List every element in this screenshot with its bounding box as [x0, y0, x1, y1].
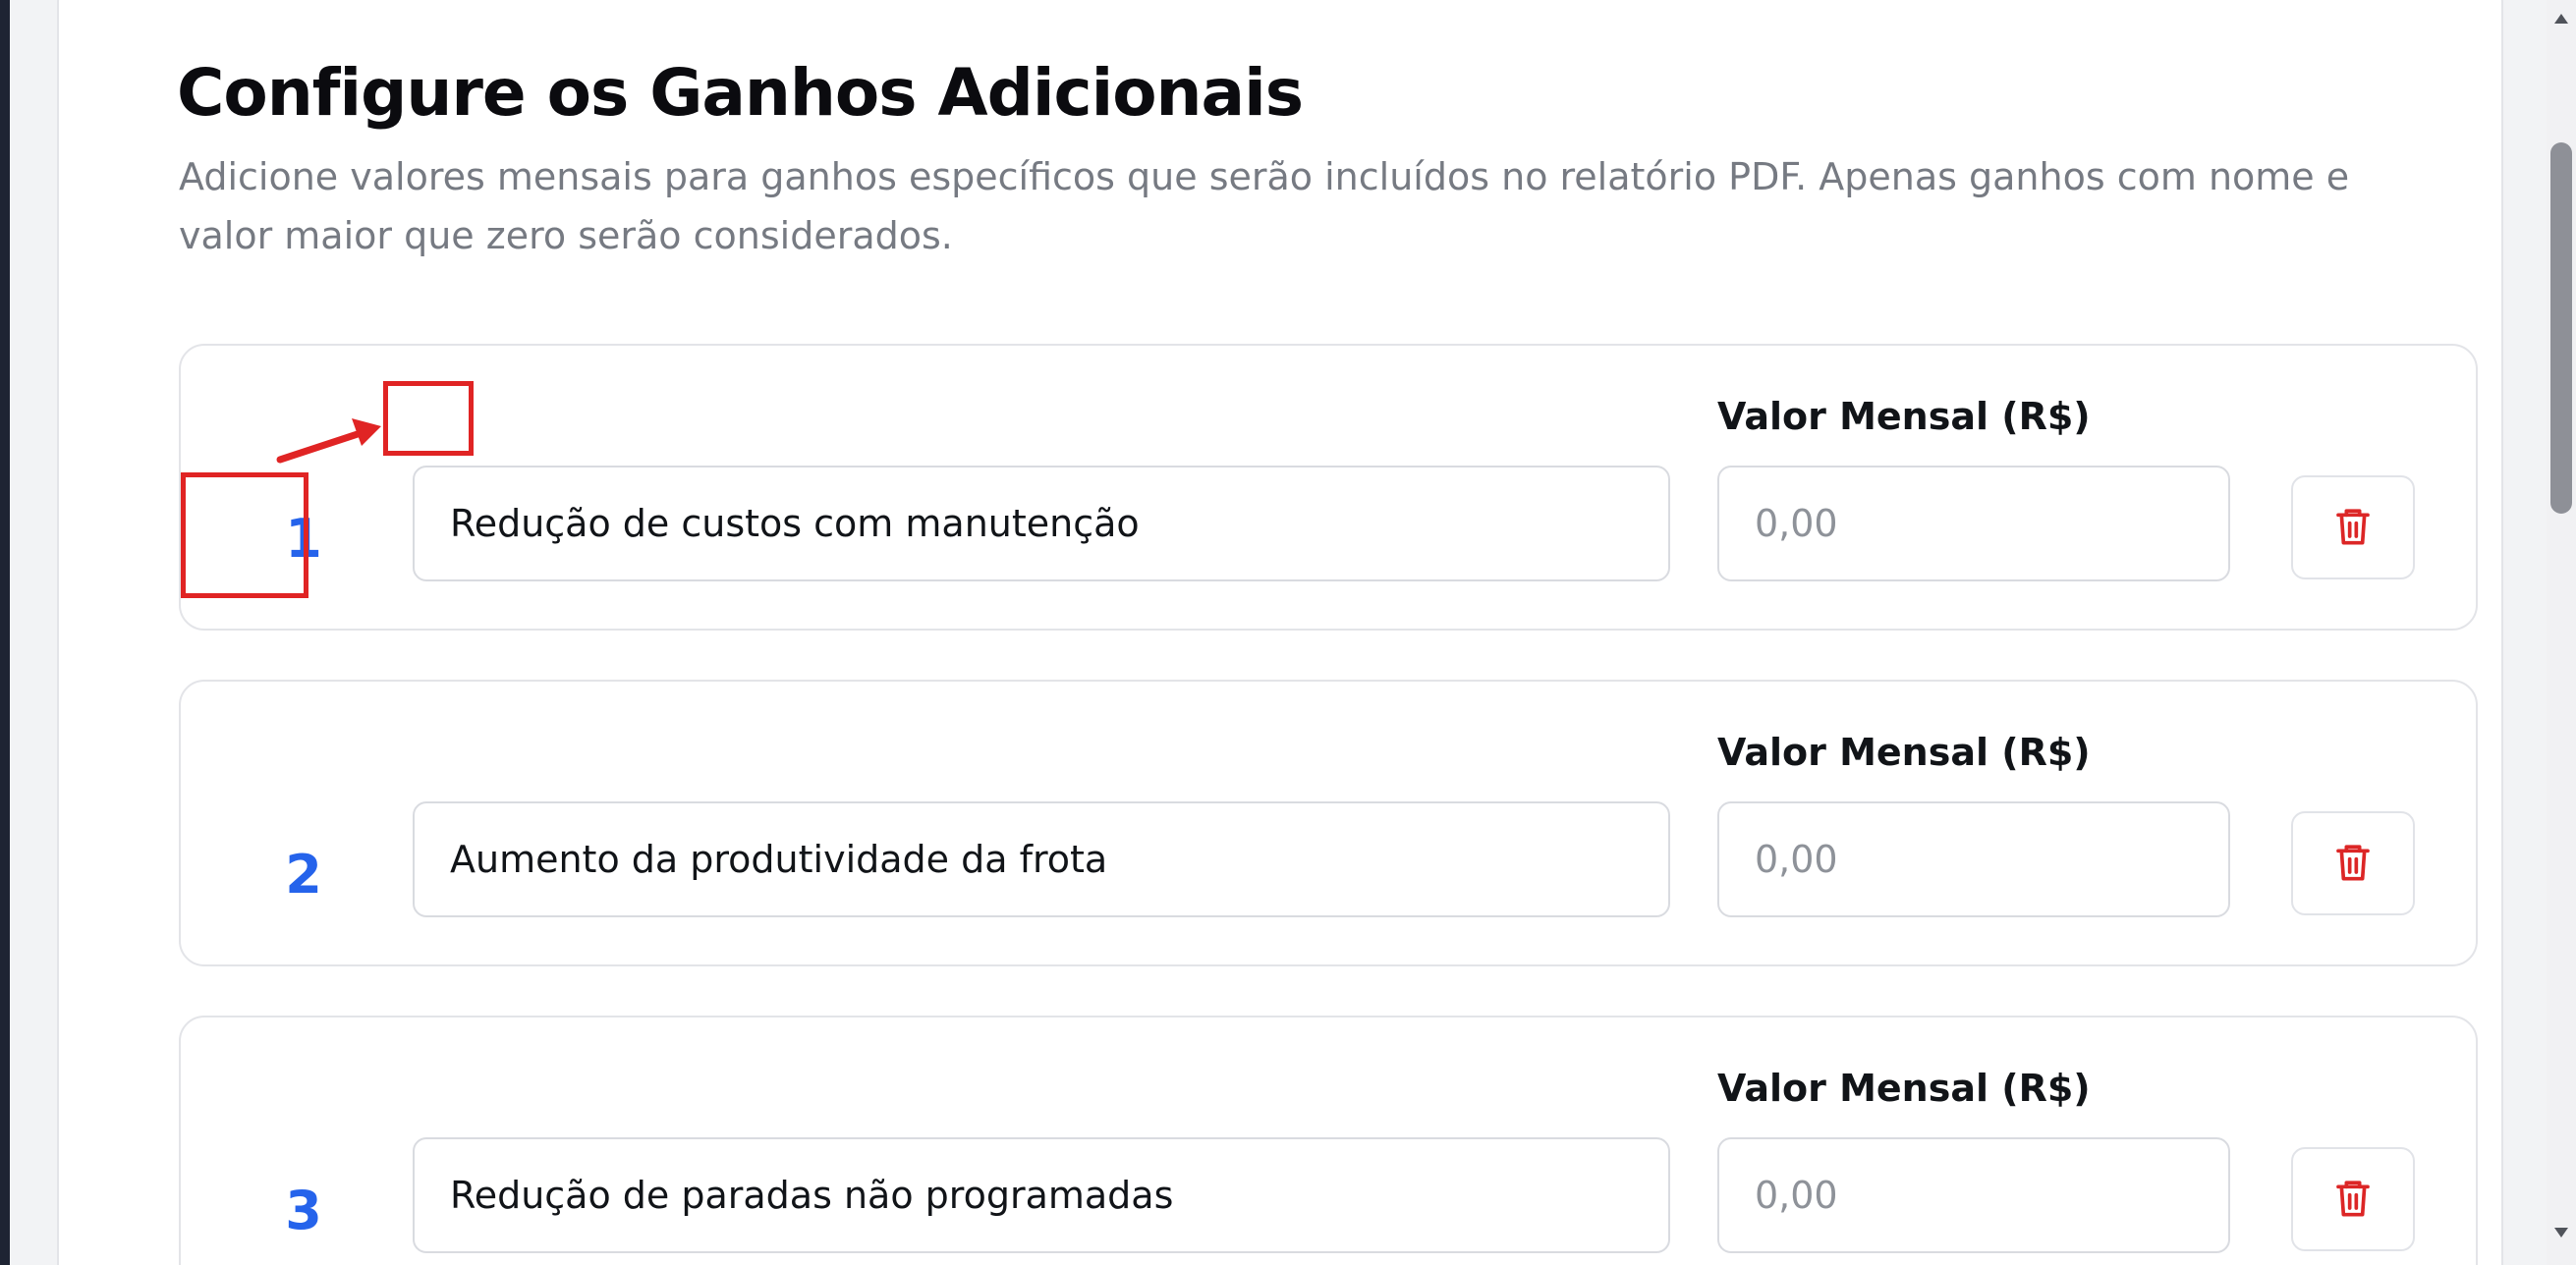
- page-title: Configure os Ganhos Adicionais: [177, 55, 1304, 131]
- arrow-up-icon[interactable]: [2552, 12, 2570, 26]
- page-description: Adicione valores mensais para ganhos esp…: [179, 155, 2350, 257]
- trash-icon: [2333, 840, 2373, 888]
- gain-row-2: 2 Valor Mensal (R$): [179, 680, 2478, 966]
- delete-gain-button[interactable]: [2291, 1147, 2415, 1251]
- delete-gain-button[interactable]: [2291, 475, 2415, 579]
- annotation-box-number: [181, 472, 308, 598]
- scrollbar-thumb[interactable]: [2550, 142, 2572, 514]
- gain-name-input[interactable]: [413, 801, 1670, 917]
- value-label: Valor Mensal (R$): [1717, 1067, 2091, 1110]
- annotation-box-target: [383, 381, 474, 456]
- gain-row-number: 3: [285, 1180, 322, 1241]
- monthly-value-input[interactable]: [1717, 1137, 2230, 1253]
- page-viewport: Configure os Ganhos Adicionais Adicione …: [10, 0, 2547, 1265]
- trash-icon: [2333, 504, 2373, 552]
- monthly-value-input[interactable]: [1717, 801, 2230, 917]
- annotation-arrow-icon: [276, 418, 381, 464]
- gain-row-3: 3 Valor Mensal (R$): [179, 1016, 2478, 1265]
- gain-row-1: 1 Valor Mensal (R$): [179, 344, 2478, 631]
- arrow-down-icon[interactable]: [2552, 1226, 2570, 1239]
- delete-gain-button[interactable]: [2291, 811, 2415, 915]
- gain-name-input[interactable]: [413, 1137, 1670, 1253]
- gain-name-input[interactable]: [413, 466, 1670, 581]
- monthly-value-input[interactable]: [1717, 466, 2230, 581]
- gains-card: Configure os Ganhos Adicionais Adicione …: [57, 0, 2503, 1265]
- value-label: Valor Mensal (R$): [1717, 731, 2091, 774]
- value-label: Valor Mensal (R$): [1717, 395, 2091, 438]
- gain-row-number: 2: [285, 844, 322, 906]
- trash-icon: [2333, 1176, 2373, 1224]
